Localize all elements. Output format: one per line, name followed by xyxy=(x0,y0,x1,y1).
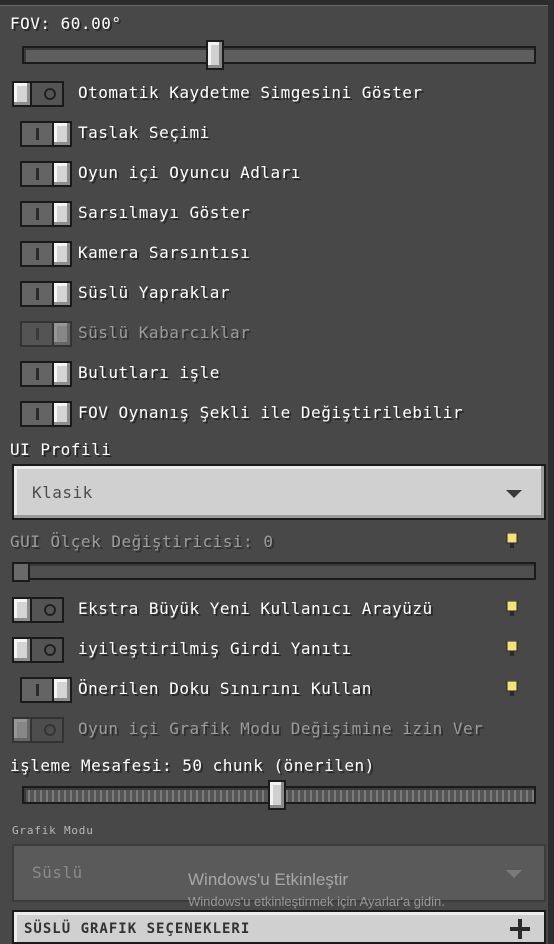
toggle-switch[interactable] xyxy=(20,677,72,703)
toggle-off-icon xyxy=(44,644,56,656)
toggle-knob xyxy=(52,321,72,347)
info-icon[interactable] xyxy=(506,641,518,657)
fov-label: FOV: 60.00° xyxy=(10,14,122,33)
gui-scale-label: GUI Ölçek Değiştiricisi: 0 xyxy=(10,532,274,551)
toggle-switch[interactable] xyxy=(12,717,64,743)
fov-slider[interactable] xyxy=(22,40,536,70)
fov-slider-thumb[interactable] xyxy=(206,40,224,70)
toggle-switch[interactable] xyxy=(20,361,72,387)
toggle-on-icon xyxy=(36,684,39,696)
toggle-on-icon xyxy=(36,128,39,140)
toggle-switch[interactable] xyxy=(20,201,72,227)
toggle-label: Oyun içi Oyuncu Adları xyxy=(78,163,301,182)
render-distance-slider-thumb[interactable] xyxy=(268,780,286,810)
graphics-mode-selected: Süslü xyxy=(32,863,83,882)
chevron-down-icon xyxy=(506,490,522,498)
toggle-label: iyileştirilmiş Girdi Yanıtı xyxy=(78,639,352,658)
gui-scale-slider[interactable] xyxy=(12,562,536,582)
toggle-knob xyxy=(52,677,72,703)
toggle-label: Kamera Sarsıntısı xyxy=(78,243,251,262)
toggle-knob xyxy=(52,161,72,187)
toggle-switch[interactable] xyxy=(20,321,72,347)
plus-icon[interactable] xyxy=(510,919,530,939)
toggle-switch[interactable] xyxy=(20,161,72,187)
toggle-label: Önerilen Doku Sınırını Kullan xyxy=(78,679,372,698)
activation-watermark-title: Windows'u Etkinleştir xyxy=(188,870,349,889)
toggle-on-icon xyxy=(36,208,39,220)
toggle-knob xyxy=(12,597,32,623)
toggle-off-icon xyxy=(44,604,56,616)
toggle-off-icon xyxy=(44,724,56,736)
toggle-label: Süslü Yapraklar xyxy=(78,283,230,302)
ui-profile-label: UI Profili xyxy=(10,440,112,459)
toggle-knob xyxy=(52,201,72,227)
toggle-label: Sarsılmayı Göster xyxy=(78,203,251,222)
toggle-switch[interactable] xyxy=(12,81,64,107)
ui-profile-dropdown[interactable]: Klasik xyxy=(12,464,546,520)
toggle-label: Süslü Kabarcıklar xyxy=(78,323,251,342)
info-icon[interactable] xyxy=(506,533,518,549)
info-icon[interactable] xyxy=(506,601,518,617)
chevron-down-icon xyxy=(506,870,522,878)
toggle-switch[interactable] xyxy=(20,281,72,307)
toggle-knob xyxy=(52,401,72,427)
toggle-on-icon xyxy=(36,368,39,380)
toggle-switch[interactable] xyxy=(20,121,72,147)
info-icon[interactable] xyxy=(506,681,518,697)
toggle-on-icon xyxy=(36,328,39,340)
toggle-switch[interactable] xyxy=(12,637,64,663)
toggle-switch[interactable] xyxy=(12,597,64,623)
fancy-graphics-section-label: SÜSLÜ GRAFIK SEÇENEKLERI xyxy=(24,921,251,937)
toggle-label: Otomatik Kaydetme Simgesini Göster xyxy=(78,83,423,102)
activation-watermark-subtitle: Windows'u etkinleştirmek için Ayarlar'a … xyxy=(188,894,445,909)
toggle-knob xyxy=(52,121,72,147)
toggle-on-icon xyxy=(36,248,39,260)
graphics-mode-label: Grafik Modu xyxy=(12,824,94,837)
toggle-switch[interactable] xyxy=(20,401,72,427)
toggle-knob xyxy=(12,717,32,743)
toggle-on-icon xyxy=(36,408,39,420)
toggle-knob xyxy=(12,637,32,663)
render-distance-label: işleme Mesafesi: 50 chunk (önerilen) xyxy=(10,756,375,775)
render-distance-slider[interactable] xyxy=(22,780,536,810)
toggle-knob xyxy=(12,81,32,107)
toggle-label: Oyun içi Grafik Modu Değişimine izin Ver xyxy=(78,719,484,738)
toggle-off-icon xyxy=(44,88,56,100)
toggle-label: Taslak Seçimi xyxy=(78,123,210,142)
toggle-knob xyxy=(52,241,72,267)
toggle-on-icon xyxy=(36,168,39,180)
toggle-label: Bulutları işle xyxy=(78,363,220,382)
gui-scale-slider-thumb[interactable] xyxy=(12,562,30,582)
toggle-knob xyxy=(52,361,72,387)
ui-profile-selected: Klasik xyxy=(32,483,93,502)
toggle-label: FOV Oynanış Şekli ile Değiştirilebilir xyxy=(78,403,464,422)
scrollbar-track[interactable] xyxy=(548,0,554,944)
top-edge xyxy=(0,0,554,6)
toggle-knob xyxy=(52,281,72,307)
toggle-on-icon xyxy=(36,288,39,300)
fancy-graphics-section-header[interactable]: SÜSLÜ GRAFIK SEÇENEKLERI xyxy=(12,910,546,944)
toggle-switch[interactable] xyxy=(20,241,72,267)
toggle-label: Ekstra Büyük Yeni Kullanıcı Arayüzü xyxy=(78,599,433,618)
